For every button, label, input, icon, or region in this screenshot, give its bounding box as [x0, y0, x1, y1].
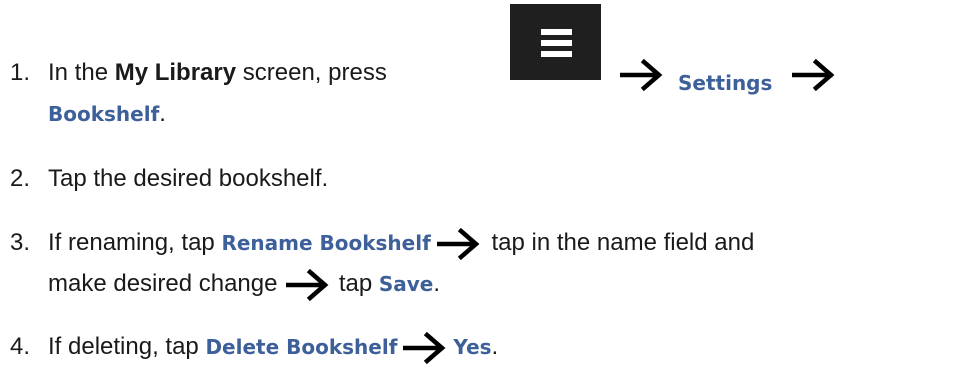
step-1-continued: Bookshelf.	[10, 96, 166, 132]
delete-bookshelf-label: Delete Bookshelf	[205, 335, 398, 359]
step-text: .	[159, 100, 166, 127]
menu-bar	[541, 29, 572, 35]
yes-label: Yes	[453, 335, 492, 359]
right-arrow-icon	[620, 59, 664, 91]
step-text: If deleting, tap	[48, 333, 206, 360]
step-3-continued: make desired change tap Save.	[10, 266, 440, 302]
step-3: 3. If renaming, tap Rename Bookshelf tap …	[10, 225, 754, 261]
right-arrow-icon	[436, 227, 481, 260]
menu-bar	[541, 51, 572, 57]
step-text: tap in the name field and	[484, 229, 755, 256]
hamburger-menu-icon	[510, 4, 601, 80]
right-arrow-icon	[403, 331, 447, 364]
step-text: .	[491, 333, 499, 360]
step-number: 1.	[10, 59, 31, 86]
step-text: In the	[48, 59, 115, 86]
step-number: 3.	[10, 229, 31, 256]
step-1: 1. In the My Library screen, press	[10, 55, 387, 91]
step-4: 4. If deleting, tap Delete Bookshelf Yes.	[10, 329, 498, 365]
rename-bookshelf-label: Rename Bookshelf	[221, 231, 431, 255]
settings-label: Settings	[678, 71, 773, 95]
menu-bar	[541, 40, 572, 46]
save-label: Save	[378, 272, 434, 296]
bookshelf-label: Bookshelf	[48, 102, 160, 126]
right-arrow-icon	[792, 59, 836, 91]
step-number: 4.	[10, 333, 31, 360]
step-text: .	[433, 270, 441, 297]
step-text: Tap the desired bookshelf.	[48, 165, 329, 192]
step-text: make desired change	[48, 270, 285, 297]
step-text: screen, press	[236, 59, 387, 86]
right-arrow-icon	[286, 268, 330, 301]
step-2: 2. Tap the desired bookshelf.	[10, 161, 328, 197]
screen-name: My Library	[114, 59, 237, 86]
step-text: tap	[332, 270, 379, 297]
step-text: If renaming, tap	[48, 229, 222, 256]
step-number: 2.	[10, 165, 31, 192]
